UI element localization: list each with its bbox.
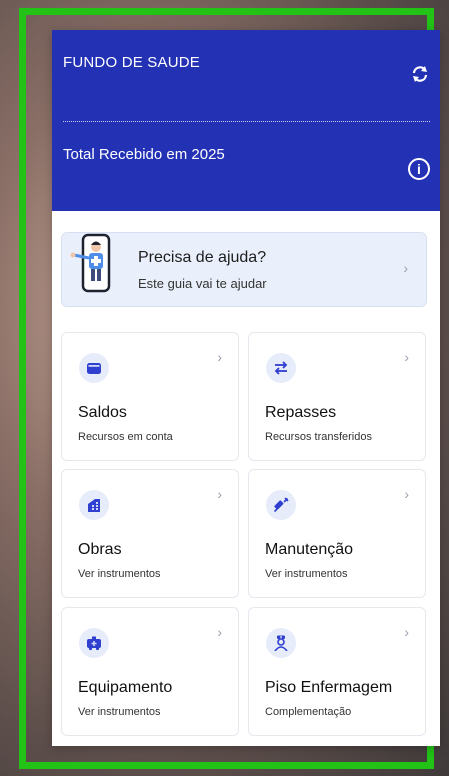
menu-body: Precisa de ajuda? Este guia vai te ajuda… [52,211,440,746]
ambulance-icon [79,628,109,658]
card-label: Saldos [78,404,127,421]
doctor-phone-icon [70,233,111,293]
card-repasses[interactable]: › Repasses Recursos transferidos [248,332,426,461]
transfer-icon [266,353,296,383]
chevron-right-icon: › [404,624,409,640]
chevron-right-icon: › [403,260,408,276]
card-manutencao[interactable]: › Manutenção Ver instrumentos [248,469,426,598]
fund-title: FUNDO DE SAUDE [63,54,200,71]
card-piso-enfermagem[interactable]: › Piso Enfermagem Complementação [248,607,426,736]
fund-header: FUNDO DE SAUDE Total Recebido em 2025 i [52,30,440,211]
card-label: Equipamento [78,679,173,696]
header-divider [63,121,430,122]
refresh-icon[interactable] [410,64,430,84]
card-subtitle: Ver instrumentos [265,568,348,580]
help-subtitle: Este guia vai te ajudar [138,276,267,291]
syringe-icon [266,490,296,520]
chevron-right-icon: › [404,486,409,502]
card-label: Repasses [265,404,337,421]
card-obras[interactable]: › Obras Ver instrumentos [61,469,239,598]
chevron-right-icon: › [217,624,222,640]
nurse-icon [266,628,296,658]
chevron-right-icon: › [217,349,222,365]
building-icon [79,490,109,520]
card-label: Manutenção [265,541,354,558]
chevron-right-icon: › [217,486,222,502]
app-screen: FUNDO DE SAUDE Total Recebido em 2025 i [52,30,440,746]
card-label: Obras [78,541,122,558]
help-title: Precisa de ajuda? [138,249,267,266]
card-equipamento[interactable]: › Equipamento Ver instrumentos [61,607,239,736]
chevron-right-icon: › [404,349,409,365]
info-icon[interactable]: i [408,158,430,180]
card-label: Piso Enfermagem [265,679,393,696]
card-saldos[interactable]: › Saldos Recursos em conta [61,332,239,461]
card-subtitle: Ver instrumentos [78,568,161,580]
card-subtitle: Ver instrumentos [78,706,161,718]
card-subtitle: Recursos em conta [78,431,173,443]
card-subtitle: Recursos transferidos [265,431,372,443]
card-subtitle: Complementação [265,706,352,718]
wallet-icon [79,353,109,383]
total-received-label: Total Recebido em 2025 [63,146,225,163]
help-banner[interactable]: Precisa de ajuda? Este guia vai te ajuda… [61,232,427,307]
